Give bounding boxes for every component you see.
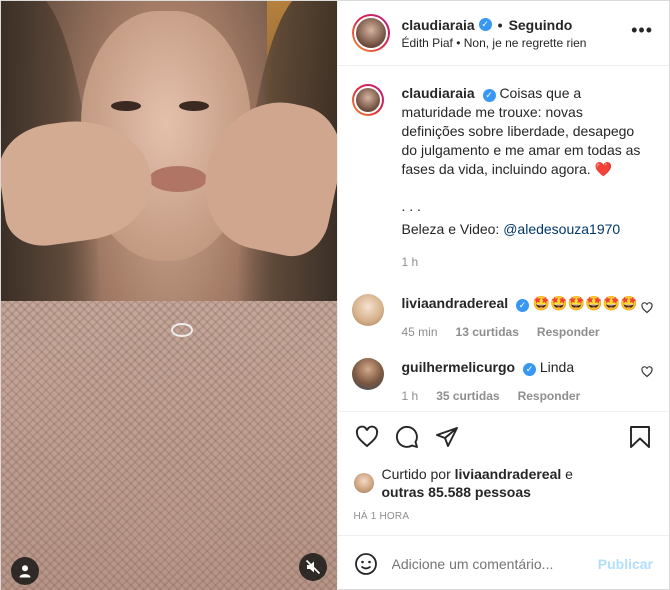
bookmark-icon: [630, 426, 650, 448]
comment-input[interactable]: [391, 555, 598, 572]
lips: [149, 166, 207, 192]
verified-badge-icon: ✓: [478, 18, 492, 31]
post-sidebar: claudiaraia ✓ • Seguindo Édith Piaf • No…: [336, 1, 670, 590]
avatar-photo: [355, 18, 386, 48]
comment-item: guilhermelicurgo ✓ Linda 1 h 35 curtidas…: [351, 358, 654, 406]
likes-others[interactable]: outras 85.588 pessoas: [382, 484, 531, 500]
necklace-pendant: [171, 323, 193, 337]
liker-avatar[interactable]: [353, 473, 374, 493]
post-dialog: claudiaraia ✓ • Seguindo Édith Piaf • No…: [0, 0, 670, 590]
caption: claudiaraia ✓ Coisas que a maturidade me…: [351, 84, 654, 272]
comment-item: liviaandradereal ✓ 🤩🤩🤩🤩🤩🤩 45 min 13 curt…: [351, 294, 654, 342]
verified-badge-icon: ✓: [516, 299, 530, 312]
heart-icon: [355, 425, 378, 447]
user-tag-button[interactable]: [11, 557, 39, 585]
like-button[interactable]: [354, 424, 380, 450]
emoji-icon[interactable]: [354, 552, 378, 576]
comment-likes[interactable]: 35 curtidas: [436, 387, 499, 406]
likes-and: e: [561, 466, 573, 482]
more-dots-icon[interactable]: •••: [631, 21, 653, 39]
comment-button[interactable]: [394, 424, 420, 450]
verified-badge-icon: ✓: [482, 89, 496, 102]
eye-right: [179, 101, 209, 111]
caption-dots: . . .: [401, 198, 421, 214]
comment-likes[interactable]: 13 curtidas: [456, 323, 519, 342]
publish-button[interactable]: Publicar: [598, 556, 653, 572]
caption-avatar[interactable]: [351, 84, 384, 116]
reply-button[interactable]: Responder: [537, 323, 600, 342]
add-comment-bar: Publicar: [337, 535, 669, 590]
comment-text: 🤩🤩🤩🤩🤩🤩: [532, 295, 638, 311]
comment-like-icon[interactable]: [641, 302, 653, 314]
comment-username[interactable]: guilhermelicurgo: [402, 359, 516, 375]
post-timestamp[interactable]: HÁ 1 HORA: [338, 505, 670, 535]
save-button[interactable]: [627, 424, 653, 450]
separator: •: [497, 16, 503, 33]
caption-credit: Beleza e Video:: [401, 221, 504, 237]
comment-like-icon[interactable]: [641, 366, 653, 378]
liker-username[interactable]: liviaandradereal: [455, 466, 562, 482]
author-avatar[interactable]: [351, 14, 390, 52]
comment-username[interactable]: liviaandradereal: [402, 295, 509, 311]
likes-prefix: Curtido por: [381, 466, 455, 482]
commenter-avatar[interactable]: [351, 294, 384, 326]
caption-username[interactable]: claudiaraia: [402, 85, 475, 101]
author-username[interactable]: claudiaraia: [402, 17, 475, 33]
verified-badge-icon: ✓: [522, 363, 536, 376]
reply-button[interactable]: Responder: [518, 387, 581, 406]
mesh-top: [1, 301, 337, 590]
comment-text: Linda: [539, 359, 575, 375]
avatar-photo: [355, 88, 380, 112]
share-button[interactable]: [434, 424, 460, 450]
commenter-avatar[interactable]: [351, 358, 384, 390]
paper-plane-icon: [435, 426, 458, 447]
speaker-muted-icon: [305, 559, 320, 575]
caption-time[interactable]: 1 h: [402, 253, 419, 272]
person-icon: [19, 565, 31, 578]
eye-left: [111, 101, 141, 111]
comments-list: claudiaraia ✓ Coisas que a maturidade me…: [338, 66, 670, 411]
speech-bubble-icon: [395, 425, 418, 448]
post-video[interactable]: [1, 1, 337, 590]
mute-button[interactable]: [298, 553, 327, 581]
post-header: claudiaraia ✓ • Seguindo Édith Piaf • No…: [337, 1, 669, 66]
action-bar: [337, 411, 669, 461]
audio-track-link[interactable]: Édith Piaf • Non, je ne regrette rien: [402, 36, 587, 50]
mention-link[interactable]: @aledesouza1970: [503, 221, 620, 237]
comment-time[interactable]: 45 min: [402, 323, 438, 342]
likes-summary: Curtido por liviaandradereal e outras 85…: [338, 461, 670, 505]
following-button[interactable]: Seguindo: [509, 17, 573, 33]
comment-time[interactable]: 1 h: [402, 387, 419, 406]
